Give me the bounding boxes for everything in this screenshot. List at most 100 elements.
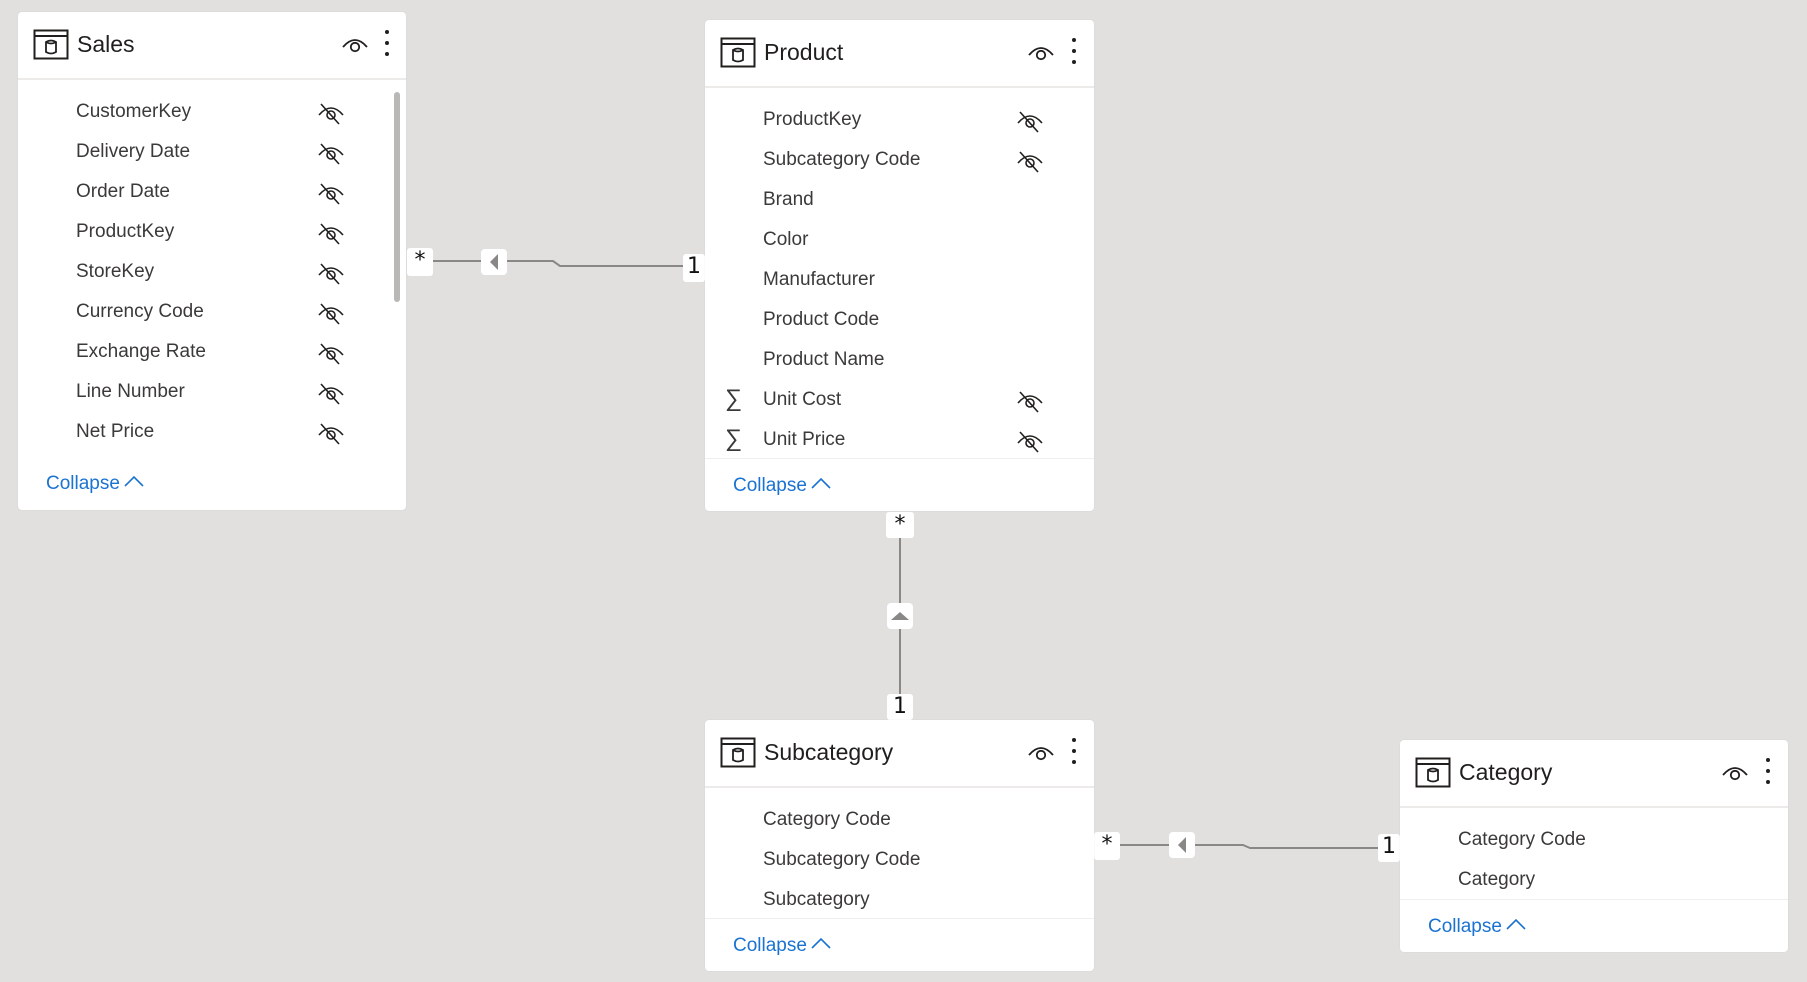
collapse-button[interactable]: Collapse (733, 933, 831, 959)
field-name: Brand (763, 189, 814, 210)
visibility-eye-icon[interactable] (340, 35, 370, 55)
table-title: Sales (77, 31, 135, 57)
chevron-up-icon (811, 937, 831, 949)
field-name: Product Code (763, 309, 880, 330)
more-options-icon[interactable] (1760, 754, 1776, 788)
filter-direction-product-subcategory[interactable] (887, 603, 913, 629)
collapse-label: Collapse (733, 475, 807, 496)
cardinality-one-subcategory: 1 (887, 694, 913, 720)
hidden-eye-icon[interactable] (316, 181, 346, 205)
field-row[interactable]: Line Number (18, 372, 406, 412)
field-name: StoreKey (76, 261, 155, 282)
field-row[interactable]: Delivery Date (18, 132, 406, 172)
collapse-button[interactable]: Collapse (1428, 914, 1526, 940)
field-row[interactable]: ∑ Unit Price (705, 420, 1094, 460)
field-row[interactable]: StoreKey (18, 252, 406, 292)
chevron-up-icon (1506, 918, 1526, 930)
hidden-eye-icon[interactable] (316, 101, 346, 125)
hidden-eye-icon[interactable] (316, 141, 346, 165)
more-options-icon[interactable] (379, 26, 395, 60)
field-row[interactable]: Order Date (18, 172, 406, 212)
field-name: Line Number (76, 381, 185, 402)
cardinality-one-product: 1 (683, 254, 705, 282)
relationship-line-subcategory-category[interactable] (1120, 844, 1383, 849)
visibility-eye-icon[interactable] (1720, 763, 1750, 783)
table-header[interactable]: Sales (18, 12, 406, 80)
table-icon (720, 737, 756, 768)
chevron-up-icon (811, 477, 831, 489)
hidden-eye-icon[interactable] (316, 421, 346, 445)
field-row[interactable]: Currency Code (18, 292, 406, 332)
field-name: Category Code (763, 809, 891, 830)
more-options-icon[interactable] (1066, 34, 1082, 68)
field-row[interactable]: Brand (705, 180, 1094, 220)
field-row[interactable]: Product Name (705, 340, 1094, 380)
sigma-icon: ∑ (725, 425, 743, 452)
field-name: Unit Cost (763, 389, 842, 410)
field-name: ProductKey (76, 221, 175, 242)
field-row[interactable]: ProductKey (705, 100, 1094, 140)
field-name: Exchange Rate (76, 341, 206, 362)
field-name: Net Price (76, 421, 155, 442)
table-card-subcategory[interactable]: Subcategory Category Code Subcategory Cod… (705, 720, 1094, 971)
filter-direction-sales-product[interactable] (481, 249, 507, 275)
sigma-icon: ∑ (725, 385, 743, 412)
hidden-eye-icon[interactable] (316, 221, 346, 245)
field-row[interactable]: Manufacturer (705, 260, 1094, 300)
filter-direction-subcategory-category[interactable] (1169, 832, 1195, 858)
field-name: Subcategory (763, 889, 870, 910)
table-icon (720, 37, 756, 68)
collapse-button[interactable]: Collapse (733, 473, 831, 499)
table-title: Subcategory (764, 739, 894, 765)
field-name: Product Name (763, 349, 885, 370)
field-row[interactable]: Category Code (1400, 820, 1788, 860)
hidden-eye-icon[interactable] (316, 261, 346, 285)
collapse-label: Collapse (46, 473, 120, 494)
table-header[interactable]: Product (705, 20, 1094, 88)
table-title: Category (1459, 759, 1553, 785)
field-row[interactable]: Subcategory Code (705, 840, 1094, 880)
field-row[interactable]: CustomerKey (18, 92, 406, 132)
more-options-icon[interactable] (1066, 734, 1082, 768)
collapse-button[interactable]: Collapse (46, 471, 144, 497)
cardinality-many-product: * (886, 512, 914, 538)
table-header[interactable]: Category (1400, 740, 1788, 808)
field-name: Category (1458, 869, 1536, 890)
table-card-product[interactable]: Product ProductKey Subcategory Code Brand C… (705, 20, 1094, 511)
field-row[interactable]: ProductKey (18, 212, 406, 252)
field-row[interactable]: Subcategory (705, 880, 1094, 920)
hidden-eye-icon[interactable] (316, 301, 346, 325)
field-row[interactable]: Net Price (18, 412, 406, 452)
field-row[interactable]: Category Code (705, 800, 1094, 840)
hidden-eye-icon[interactable] (316, 341, 346, 365)
field-name: Category Code (1458, 829, 1586, 850)
field-row[interactable]: Exchange Rate (18, 332, 406, 372)
field-row[interactable]: ∑ Unit Cost (705, 380, 1094, 420)
collapse-label: Collapse (1428, 916, 1502, 937)
hidden-eye-icon[interactable] (1015, 389, 1045, 413)
divider (705, 458, 1094, 459)
divider (1400, 899, 1788, 900)
field-name: ProductKey (763, 109, 862, 130)
visibility-eye-icon[interactable] (1026, 743, 1056, 763)
field-name: Delivery Date (76, 141, 191, 162)
field-row[interactable]: Color (705, 220, 1094, 260)
visibility-eye-icon[interactable] (1026, 43, 1056, 63)
hidden-eye-icon[interactable] (1015, 429, 1045, 453)
table-card-sales[interactable]: Sales CustomerKey Delivery Date Order Date… (18, 12, 406, 510)
field-row[interactable]: Category (1400, 860, 1788, 900)
relationship-line-sales-product[interactable] (430, 260, 690, 267)
scrollbar[interactable] (394, 92, 400, 302)
hidden-eye-icon[interactable] (1015, 109, 1045, 133)
table-card-category[interactable]: Category Category Code Category Collapse (1400, 740, 1788, 952)
field-row[interactable]: Product Code (705, 300, 1094, 340)
table-header[interactable]: Subcategory (705, 720, 1094, 788)
field-row[interactable]: Subcategory Code (705, 140, 1094, 180)
table-icon (33, 29, 69, 60)
hidden-eye-icon[interactable] (1015, 149, 1045, 173)
arrow-up-icon (891, 612, 909, 620)
chevron-up-icon (124, 475, 144, 487)
cardinality-many-subcategory: * (1094, 832, 1120, 860)
hidden-eye-icon[interactable] (316, 381, 346, 405)
field-name: Order Date (76, 181, 170, 202)
